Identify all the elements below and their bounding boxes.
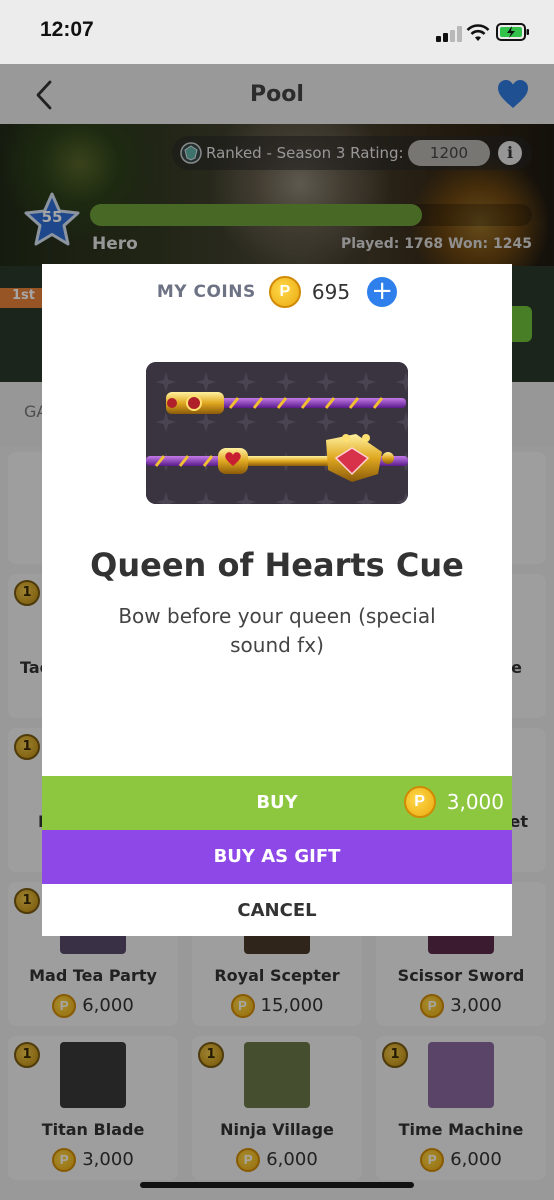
- status-bar: 12:07: [0, 0, 554, 64]
- purchase-modal: MY COINS P 695 + Queen of Hearts Cue Bow…: [42, 264, 512, 936]
- buy-price-value: 3,000: [446, 790, 504, 814]
- my-coins-row: MY COINS P 695 +: [42, 276, 512, 308]
- buy-as-gift-label: BUY AS GIFT: [213, 846, 341, 867]
- item-title: Queen of Hearts Cue: [90, 546, 464, 584]
- coin-icon: P: [403, 786, 436, 818]
- buy-as-gift-button[interactable]: BUY AS GIFT: [42, 830, 512, 884]
- cellular-signal-icon: [436, 26, 464, 42]
- home-indicator[interactable]: [140, 1182, 414, 1188]
- item-description: Bow before your queen (special sound fx): [118, 604, 436, 657]
- cancel-label: CANCEL: [237, 900, 317, 921]
- cancel-button[interactable]: CANCEL: [42, 884, 512, 936]
- status-time: 12:07: [40, 18, 94, 41]
- add-coins-button[interactable]: +: [367, 277, 398, 307]
- coin-icon: P: [268, 276, 301, 308]
- wifi-icon: [466, 24, 490, 41]
- cue-image: [146, 362, 408, 504]
- my-coins-value: 695: [311, 280, 351, 304]
- my-coins-label: MY COINS: [156, 282, 256, 302]
- buy-button[interactable]: BUY P 3,000: [42, 776, 512, 830]
- battery-charging-icon: [496, 23, 529, 41]
- buy-price: P 3,000: [403, 786, 504, 818]
- queen-of-hearts-cue-image: [146, 362, 408, 504]
